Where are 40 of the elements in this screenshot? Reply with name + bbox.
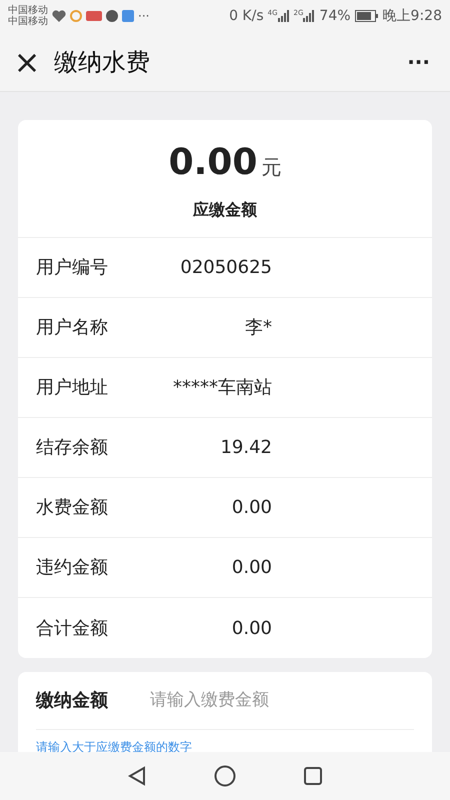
more-notifications: ··· — [138, 8, 150, 25]
field-value: 0.00 — [230, 556, 272, 580]
app-icon — [122, 10, 134, 22]
clock: 晚上9:28 — [382, 6, 442, 26]
signal-icon — [278, 10, 290, 22]
app-icon — [86, 11, 102, 21]
field-label: 用户地址 — [36, 376, 109, 400]
input-hint: 请输入大于应缴费金额的数字 — [36, 740, 192, 754]
app-icon — [70, 10, 82, 22]
amount-input[interactable]: 请输入缴费金额 — [150, 688, 414, 714]
field-label: 结存余额 — [36, 436, 109, 460]
app-icon — [106, 10, 118, 22]
field-value: 李* — [244, 316, 272, 340]
heart-icon — [52, 10, 66, 22]
field-label: 合计金额 — [36, 616, 109, 640]
field-value: *****车南站 — [172, 376, 272, 400]
amount-due-label: 应缴金额 — [193, 198, 257, 220]
battery-icon — [354, 10, 379, 22]
field-label: 用户编号 — [36, 256, 109, 280]
payment-label: 缴纳金额 — [36, 689, 109, 713]
field-value: 19.42 — [219, 436, 272, 460]
carrier-label: 中国移动 — [8, 5, 48, 16]
field-value: 0.00 — [230, 496, 272, 520]
amount-due: 0.00 — [168, 140, 258, 184]
field-label: 用户名称 — [36, 316, 109, 340]
signal-icon — [303, 10, 316, 22]
page-title: 缴纳水费 — [54, 46, 150, 78]
carrier-label: 中国移动 — [8, 16, 48, 27]
field-value: 0.00 — [230, 616, 272, 640]
field-label: 违约金额 — [36, 556, 109, 580]
back-icon[interactable] — [128, 766, 146, 786]
more-button[interactable]: ··· — [407, 46, 430, 76]
currency-unit: 元 — [261, 154, 282, 180]
home-icon[interactable] — [214, 765, 236, 787]
battery-percent: 74% — [319, 6, 351, 26]
field-label: 水费金额 — [36, 496, 109, 520]
close-button[interactable]: × — [12, 46, 42, 78]
recents-icon[interactable] — [304, 767, 322, 785]
field-value: 02050625 — [179, 256, 272, 280]
network-speed: 0 K/s — [229, 6, 264, 26]
